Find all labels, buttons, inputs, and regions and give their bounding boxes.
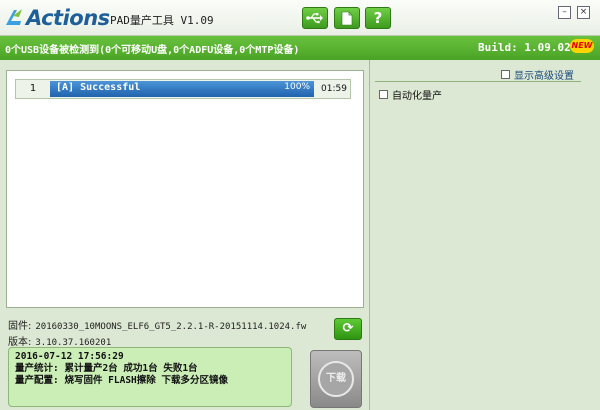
device-progress-bar: [A] Successful 100% xyxy=(50,81,314,97)
advanced-settings-label: 显示高级设置 xyxy=(514,71,574,82)
device-status: [A] Successful xyxy=(56,82,141,93)
usb-button[interactable] xyxy=(302,7,328,29)
auto-production-label: 自动化量产 xyxy=(392,91,442,102)
log-stats: 量产统计: 累计量产2台 成功1台 失败1台 xyxy=(15,363,198,374)
minimize-icon: – xyxy=(562,7,567,17)
close-icon: × xyxy=(579,7,588,17)
device-row[interactable]: 1 [A] Successful 100% 01:59 xyxy=(15,79,351,99)
logo-text: Actions xyxy=(26,6,110,30)
advanced-settings-checkbox[interactable]: 显示高级设置 xyxy=(501,67,574,82)
help-icon: ? xyxy=(373,9,383,27)
document-icon xyxy=(341,11,353,25)
actions-logo: Actions xyxy=(4,3,110,33)
firmware-label: 固件: xyxy=(8,321,32,332)
refresh-button[interactable]: ⟳ xyxy=(334,318,362,340)
firmware-row: 固件: 20160330_10MOONS_ELF6_GT5_2.2.1-R-201… xyxy=(8,317,306,332)
device-time: 01:59 xyxy=(321,84,347,94)
log-config: 量产配置: 烧写固件 FLASH擦除 下载多分区镜像 xyxy=(15,375,228,386)
app-title: PAD量产工具 V1.09 xyxy=(110,14,214,27)
minimize-button[interactable]: – xyxy=(558,6,571,19)
actions-logo-icon xyxy=(6,9,22,25)
right-panel: 显示高级设置 自动化量产 xyxy=(371,60,600,410)
auto-production-checkbox[interactable]: 自动化量产 xyxy=(379,87,442,102)
usb-icon xyxy=(306,13,323,24)
divider xyxy=(375,81,581,82)
log-timestamp: 2016-07-12 17:56:29 xyxy=(15,351,124,362)
close-button[interactable]: × xyxy=(577,6,590,19)
build-version: Build: 1.09.02 xyxy=(478,41,571,54)
checkbox-box[interactable] xyxy=(501,70,510,79)
download-button[interactable]: 下载 xyxy=(310,350,362,408)
version-row: 版本: 3.10.37.160201 xyxy=(8,333,111,348)
device-index: 1 xyxy=(29,83,37,94)
download-icon: 下载 xyxy=(318,361,354,397)
checkbox-box[interactable] xyxy=(379,90,388,99)
device-percent: 100% xyxy=(284,82,310,92)
help-button[interactable]: ? xyxy=(365,7,391,29)
firmware-value: 20160330_10MOONS_ELF6_GT5_2.2.1-R-201511… xyxy=(35,322,307,332)
log-box: 2016-07-12 17:56:29 量产统计: 累计量产2台 成功1台 失败… xyxy=(8,347,292,407)
refresh-icon: ⟳ xyxy=(342,321,354,336)
document-button[interactable] xyxy=(334,7,360,29)
title-bar: Actions PAD量产工具 V1.09 ? – × xyxy=(0,0,600,36)
device-count-text: 0个USB设备被检测到(0个可移动U盘,0个ADFU设备,0个MTP设备) xyxy=(5,45,300,56)
device-list[interactable]: 1 [A] Successful 100% 01:59 xyxy=(6,70,364,308)
new-badge: NEW xyxy=(570,39,594,53)
status-bar: 0个USB设备被检测到(0个可移动U盘,0个ADFU设备,0个MTP设备) Bu… xyxy=(0,36,600,60)
left-panel: 1 [A] Successful 100% 01:59 固件: 20160330_… xyxy=(0,60,370,410)
